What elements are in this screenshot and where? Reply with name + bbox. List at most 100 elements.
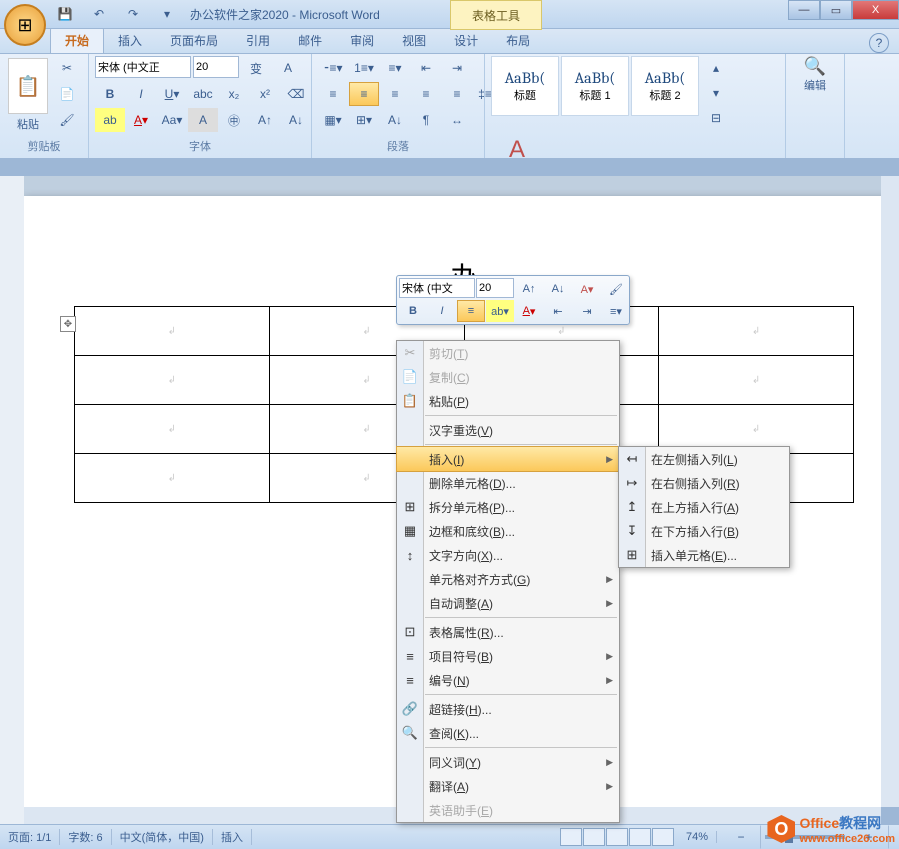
style-heading[interactable]: AaBb(标题 — [491, 56, 559, 116]
mini-bold-icon[interactable]: B — [399, 300, 427, 322]
style-heading1[interactable]: AaBb(标题 1 — [561, 56, 629, 116]
mini-grow-font-icon[interactable]: A↑ — [515, 278, 543, 300]
vertical-scrollbar[interactable] — [881, 176, 899, 807]
ctx-翻译[interactable]: 翻译(A)▶ — [397, 774, 619, 798]
qat-redo-icon[interactable]: ↷ — [118, 3, 148, 25]
distributed-icon[interactable]: ≡ — [442, 82, 472, 106]
mini-styles-icon[interactable]: A▾ — [573, 278, 601, 300]
mini-decrease-indent-icon[interactable]: ⇤ — [544, 300, 572, 322]
strikethrough-icon[interactable]: abc — [188, 82, 218, 106]
editing-button[interactable]: 🔍 编辑 — [804, 56, 826, 93]
ctx-删除单元格[interactable]: 删除单元格(D)... — [397, 471, 619, 495]
italic-icon[interactable]: I — [126, 82, 156, 106]
highlight-icon[interactable]: ab — [95, 108, 125, 132]
font-color-icon[interactable]: A▾ — [126, 108, 156, 132]
tab-mailings[interactable]: 邮件 — [284, 28, 336, 53]
font-size-select[interactable] — [193, 56, 239, 78]
ctx-表格属性[interactable]: ⊡表格属性(R)... — [397, 620, 619, 644]
submenu-在左侧插入列[interactable]: ↤在左侧插入列(L) — [619, 447, 789, 471]
char-border-icon[interactable]: A — [273, 56, 303, 80]
char-shading-icon[interactable]: A — [188, 108, 218, 132]
borders-icon[interactable]: ⊞▾ — [349, 108, 379, 132]
font-family-select[interactable] — [95, 56, 191, 78]
format-painter-icon[interactable]: 🖌 — [52, 108, 82, 132]
mini-highlight-icon[interactable]: ab▾ — [486, 300, 514, 322]
ctx-单元格对齐方式[interactable]: 单元格对齐方式(G)▶ — [397, 567, 619, 591]
ctx-自动调整[interactable]: 自动调整(A)▶ — [397, 591, 619, 615]
mini-increase-indent-icon[interactable]: ⇥ — [573, 300, 601, 322]
mini-format-painter-icon[interactable]: 🖌 — [602, 278, 630, 300]
tab-references[interactable]: 引用 — [232, 28, 284, 53]
submenu-在下方插入行[interactable]: ↧在下方插入行(B) — [619, 519, 789, 543]
phonetic-guide-icon[interactable]: 变 — [241, 56, 271, 80]
mini-align-center-icon[interactable]: ≡ — [457, 300, 485, 322]
submenu-插入单元格[interactable]: ⊞插入单元格(E)... — [619, 543, 789, 567]
justify-icon[interactable]: ≡ — [411, 82, 441, 106]
numbering-icon[interactable]: 1≡▾ — [349, 56, 379, 80]
qat-undo-icon[interactable]: ↶ — [84, 3, 114, 25]
status-mode[interactable]: 插入 — [213, 829, 252, 845]
tab-home[interactable]: 开始 — [50, 27, 104, 53]
tab-view[interactable]: 视图 — [388, 28, 440, 53]
ctx-超链接[interactable]: 🔗超链接(H)... — [397, 697, 619, 721]
show-marks-icon[interactable]: ¶ — [411, 108, 441, 132]
shrink-font-icon[interactable]: A↓ — [281, 108, 311, 132]
mini-font-size[interactable] — [476, 278, 514, 298]
office-button[interactable]: ⊞ — [4, 4, 46, 46]
qat-customize-icon[interactable]: ▾ — [152, 3, 182, 25]
mini-font-family[interactable] — [399, 278, 475, 298]
style-scroll-up-icon[interactable]: ▴ — [701, 56, 731, 80]
align-left-icon[interactable]: ≡ — [318, 82, 348, 106]
copy-icon[interactable]: 📄 — [52, 82, 82, 106]
style-scroll-down-icon[interactable]: ▾ — [701, 81, 731, 105]
tab-design[interactable]: 设计 — [440, 28, 492, 53]
style-heading2[interactable]: AaBb(标题 2 — [631, 56, 699, 116]
qat-save-icon[interactable]: 💾 — [50, 3, 80, 25]
cut-icon[interactable]: ✂ — [52, 56, 82, 80]
minimize-button[interactable]: — — [788, 0, 820, 20]
zoom-level[interactable]: 74% — [678, 831, 717, 843]
status-words[interactable]: 字数: 6 — [60, 829, 111, 845]
ctx-汉字重选[interactable]: 汉字重选(V) — [397, 418, 619, 442]
maximize-button[interactable]: ▭ — [820, 0, 852, 20]
char-scale-icon[interactable]: ↔ — [442, 108, 472, 132]
ctx-同义词[interactable]: 同义词(Y)▶ — [397, 750, 619, 774]
align-right-icon[interactable]: ≡ — [380, 82, 410, 106]
underline-icon[interactable]: U▾ — [157, 82, 187, 106]
tab-pagelayout[interactable]: 页面布局 — [156, 28, 232, 53]
clear-format-icon[interactable]: ⌫ — [281, 82, 311, 106]
close-button[interactable]: X — [852, 0, 899, 20]
style-more-icon[interactable]: ⊟ — [701, 106, 731, 130]
multilevel-icon[interactable]: ≡▾ — [380, 56, 410, 80]
table-move-handle-icon[interactable]: ✥ — [60, 316, 76, 332]
contextual-tab-tabletools[interactable]: 表格工具 — [450, 0, 542, 30]
mini-bullets-icon[interactable]: ≡▾ — [602, 300, 630, 322]
mini-italic-icon[interactable]: I — [428, 300, 456, 322]
ctx-边框和底纹[interactable]: ▦边框和底纹(B)... — [397, 519, 619, 543]
vertical-ruler[interactable] — [0, 176, 25, 825]
decrease-indent-icon[interactable]: ⇤ — [411, 56, 441, 80]
superscript-icon[interactable]: x² — [250, 82, 280, 106]
submenu-在上方插入行[interactable]: ↥在上方插入行(A) — [619, 495, 789, 519]
change-case-icon[interactable]: Aa▾ — [157, 108, 187, 132]
tab-layout[interactable]: 布局 — [492, 28, 544, 53]
submenu-在右侧插入列[interactable]: ↦在右侧插入列(R) — [619, 471, 789, 495]
ctx-编号[interactable]: ≡编号(N)▶ — [397, 668, 619, 692]
mini-font-color-icon[interactable]: A▾ — [515, 300, 543, 322]
paste-button[interactable]: 📋 — [8, 58, 48, 114]
grow-font-icon[interactable]: A↑ — [250, 108, 280, 132]
align-center-icon[interactable]: ≡ — [349, 82, 379, 106]
sort-icon[interactable]: A↓ — [380, 108, 410, 132]
zoom-out-icon[interactable]: − — [721, 825, 761, 849]
ctx-插入[interactable]: 插入(I)▶ — [396, 446, 620, 472]
ctx-文字方向[interactable]: ↕文字方向(X)... — [397, 543, 619, 567]
tab-review[interactable]: 审阅 — [336, 28, 388, 53]
mini-shrink-font-icon[interactable]: A↓ — [544, 278, 572, 300]
ctx-粘贴[interactable]: 📋粘贴(P) — [397, 389, 619, 413]
bullets-icon[interactable]: ⁃≡▾ — [318, 56, 348, 80]
subscript-icon[interactable]: x₂ — [219, 82, 249, 106]
ctx-项目符号[interactable]: ≡项目符号(B)▶ — [397, 644, 619, 668]
shading-icon[interactable]: ▦▾ — [318, 108, 348, 132]
ctx-拆分单元格[interactable]: ⊞拆分单元格(P)... — [397, 495, 619, 519]
view-buttons[interactable] — [560, 828, 674, 846]
